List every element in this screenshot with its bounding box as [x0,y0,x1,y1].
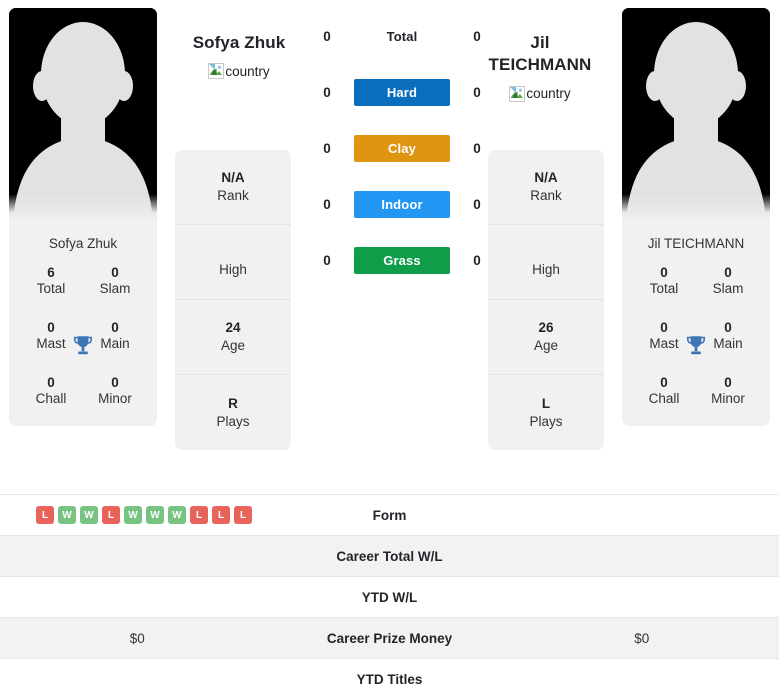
form-badge-loss[interactable]: L [234,506,252,524]
form-badge-win[interactable]: W [58,506,76,524]
country-flag-alt-left: country [225,63,270,79]
surface-grass-left-value: 0 [323,252,331,268]
titles-total-right: 0 Total [649,265,679,297]
player-photo-card-right[interactable]: Jil TEICHMANN 0 Total 0 Slam 0 Mast 0 Ma… [622,8,770,426]
info-rank-left: N/A Rank [175,150,291,225]
titles-chall-right: 0 Chall [648,374,680,407]
form-badge-win[interactable]: W [146,506,164,524]
titles-minor-left: 0 Minor [98,374,132,407]
titles-minor-right: 0 Minor [711,374,745,407]
info-plays-right: L Plays [529,395,563,429]
trophy-icon [686,336,706,355]
surface-label-grass[interactable]: Grass [354,246,450,274]
surface-row-hard: 0 Hard 0 [300,64,481,120]
photo-fade [9,194,157,220]
player-photo-left [9,8,157,220]
form-badge-list: LWWLWWWLLL [8,506,267,524]
player-name-left[interactable]: Sofya Zhuk [180,32,298,54]
trophy-icon [73,336,93,355]
form-badge-loss[interactable]: L [212,506,230,524]
form-badge-win[interactable]: W [80,506,98,524]
surface-label-hard[interactable]: Hard [354,78,450,106]
info-high-left: High [175,225,291,300]
broken-image-icon [208,63,225,80]
form-badge-loss[interactable]: L [190,506,208,524]
titles-slam-left: 0 Slam [99,265,131,297]
surface-label-total: Total [386,28,418,44]
stat-row-career-total-wl: Career Total W/L [0,535,779,576]
stat-row-ytd-titles: YTD Titles [0,658,779,699]
stat-label-form: Form [372,507,407,523]
compare-header: Sofya Zhuk 6 Total 0 Slam 0 Mast 0 Main [0,0,779,450]
comparison-stats-table: LWWLWWWLLL Form Career Total W/L YTD W/L… [0,494,779,699]
info-age-left: 24 Age [175,300,291,375]
photo-fade [622,194,770,220]
surface-row-clay: 0 Clay 0 [300,120,481,176]
country-flag-left: country [208,63,270,80]
stat-label-career-prize-money: Career Prize Money [326,630,453,646]
stat-label-ytd-titles: YTD Titles [356,671,423,687]
info-high-right: High [488,225,604,300]
surface-grass-right-value: 0 [473,252,481,268]
titles-slam-right: 0 Slam [712,265,744,297]
career-prize-money-left: $0 [129,630,145,646]
form-badge-loss[interactable]: L [36,506,54,524]
player-photo-right [622,8,770,220]
form-badge-win[interactable]: W [124,506,142,524]
surface-row-indoor: 0 Indoor 0 [300,176,481,232]
player-photo-caption-left: Sofya Zhuk [48,236,118,251]
info-plays-left: R Plays [216,395,250,429]
avatar-silhouette-icon [622,8,770,220]
player-name-right[interactable]: Jil TEICHMANN [480,32,600,77]
titles-grid-left: 6 Total 0 Slam 0 Mast 0 Main 0 Chall 0 M… [9,265,157,426]
form-badges-left: LWWLWWWLLL [0,506,275,524]
player-photo-caption-right: Jil TEICHMANN [647,236,745,251]
surface-row-total: 0 Total 0 [300,8,481,64]
stat-label-career-total-wl: Career Total W/L [336,548,443,564]
surface-clay-left-value: 0 [323,140,331,156]
surface-total-left-value: 0 [323,28,331,44]
broken-image-icon [509,85,526,102]
info-age-right: 26 Age [488,300,604,375]
player-info-card-left: N/A Rank High 24 Age R Plays [175,150,291,450]
career-prize-money-right: $0 [634,630,650,646]
surface-row-grass: 0 Grass 0 [300,232,481,288]
surface-label-indoor[interactable]: Indoor [354,190,450,218]
surface-label-clay[interactable]: Clay [354,134,450,162]
surface-clay-right-value: 0 [473,140,481,156]
player-comparison-page: Sofya Zhuk 6 Total 0 Slam 0 Mast 0 Main [0,0,779,699]
titles-grid-right: 0 Total 0 Slam 0 Mast 0 Main 0 Chall 0 M… [622,265,770,426]
surface-indoor-right-value: 0 [473,196,481,212]
avatar-silhouette-icon [9,8,157,220]
titles-total-left: 6 Total [36,265,66,297]
player-name-block-right: Jil TEICHMANN country [480,32,600,107]
player-photo-card-left[interactable]: Sofya Zhuk 6 Total 0 Slam 0 Mast 0 Main [9,8,157,426]
stat-row-ytd-wl: YTD W/L [0,576,779,617]
titles-chall-left: 0 Chall [35,374,67,407]
surface-hard-left-value: 0 [323,84,331,100]
player-name-block-left: Sofya Zhuk country [180,32,298,84]
country-flag-right: country [509,85,571,102]
stat-row-form: LWWLWWWLLL Form [0,494,779,535]
info-rank-right: N/A Rank [488,150,604,225]
surface-comparison: 0 Total 0 0 Hard 0 0 Clay 0 0 Indoor 0 0 [300,8,481,288]
stat-label-ytd-wl: YTD W/L [361,589,418,605]
surface-indoor-left-value: 0 [323,196,331,212]
country-flag-alt-right: country [526,86,571,102]
player-info-card-right: N/A Rank High 26 Age L Plays [488,150,604,450]
form-badge-loss[interactable]: L [102,506,120,524]
stat-row-career-prize-money: $0 Career Prize Money $0 [0,617,779,658]
form-badge-win[interactable]: W [168,506,186,524]
